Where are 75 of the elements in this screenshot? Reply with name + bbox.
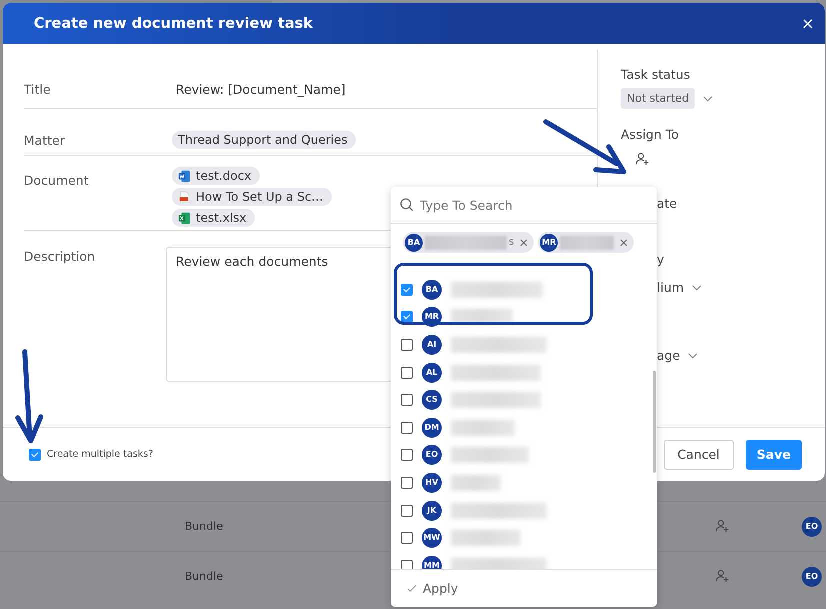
scrollbar[interactable] [653,371,656,473]
redacted-name [560,236,614,250]
search-icon [400,198,414,212]
matter-chip: Thread Support and Queries [172,131,356,149]
user-avatar: HV [422,472,442,493]
checkbox[interactable] [401,560,413,569]
checkbox[interactable] [401,532,413,544]
user-avatar: BA [422,280,442,300]
user-option[interactable]: MW [391,524,649,552]
name-fragment: s [509,237,514,248]
row-type: Bundle [185,570,224,583]
select-value: age [657,348,680,363]
document-chip[interactable]: test.docx [172,167,260,185]
user-avatar: BA [405,234,423,252]
field-label: Assign To [621,127,680,142]
chevron-down-icon[interactable] [688,352,698,358]
row-type: Bundle [185,520,224,533]
user-option[interactable]: EO [391,442,649,470]
checkbox[interactable] [401,338,413,351]
user-avatar: AI [422,334,442,355]
selected-user-chip[interactable]: MR [538,232,634,253]
user-avatar: AL [422,362,442,383]
checkbox[interactable] [401,284,413,296]
document-chip[interactable]: How To Set Up a Sc… [172,188,332,206]
chevron-down-icon[interactable] [692,284,702,290]
user-avatar: EO [802,566,822,586]
apply-button[interactable]: Apply [407,581,458,596]
checkbox[interactable] [401,422,413,434]
checkbox[interactable] [401,504,413,517]
select-value: lium [657,280,684,295]
user-option[interactable]: JK [391,496,649,524]
title-field[interactable]: Review: [Document_Name] [166,72,597,97]
excel-file-icon [178,212,191,224]
user-option[interactable]: DM [391,414,649,442]
field-label: Description [24,248,96,266]
field-label: Matter [24,132,66,148]
redacted-name [451,530,521,546]
checkbox[interactable] [401,366,413,379]
pdf-file-icon [178,190,191,204]
checkbox[interactable] [29,448,41,460]
user-avatar: JK [422,500,442,521]
user-option[interactable]: MM [391,552,649,569]
field-label: y [657,252,664,267]
status-select[interactable]: Not started [621,88,696,109]
checkbox[interactable] [401,394,413,406]
field-label: Title [24,81,52,97]
checkbox[interactable] [401,449,413,462]
redacted-name [451,420,515,436]
field-label: Document [24,172,90,190]
field-label: ate [657,196,678,211]
checkbox-label: Create multiple tasks? [47,449,154,460]
cancel-button[interactable]: Cancel [664,440,734,470]
checkbox[interactable] [401,311,413,324]
check-icon [407,584,417,592]
user-avatar: MM [422,556,442,569]
user-option[interactable]: HV [391,469,649,497]
chevron-down-icon[interactable] [703,96,714,102]
assign-user-icon[interactable] [635,152,650,167]
selected-user-chip[interactable]: BA s [403,232,534,253]
remove-icon[interactable] [620,238,628,246]
user-avatar: MR [540,234,558,252]
user-avatar: EO [422,445,442,466]
dialog-title: Create new document review task [34,16,314,32]
remove-icon[interactable] [520,238,528,246]
user-avatar: MW [422,528,442,548]
user-avatar: EO [802,516,822,536]
user-option[interactable]: CS [391,386,649,414]
close-icon[interactable] [803,18,813,28]
field-label: Task status [621,67,692,82]
checkbox[interactable] [401,476,413,489]
user-avatar: CS [422,390,442,410]
document-chip[interactable]: test.xlsx [172,209,255,227]
redacted-name [451,474,501,491]
word-file-icon [178,170,191,182]
user-avatar: DM [422,418,442,438]
